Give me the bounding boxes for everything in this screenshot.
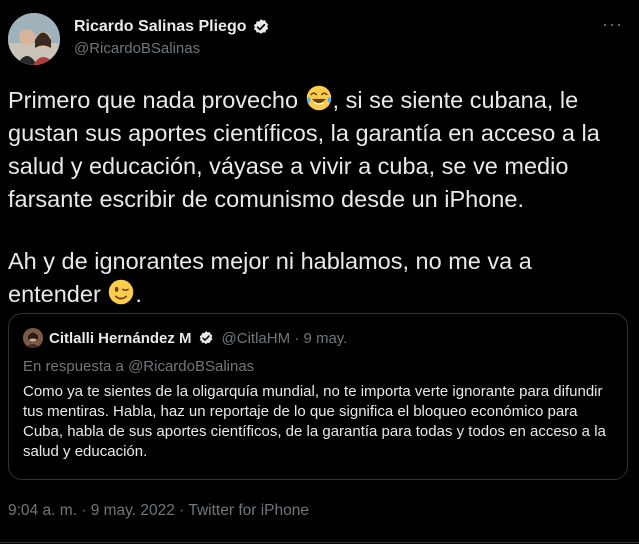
tweet-text-segment: Primero que nada provecho	[8, 87, 305, 113]
quoted-tweet-text: Como ya te sientes de la oligarquía mund…	[23, 383, 606, 460]
quoted-author-handle[interactable]: @CitlaHM	[222, 330, 291, 347]
divider	[0, 542, 639, 543]
avatar[interactable]	[8, 13, 60, 65]
quoted-tweet[interactable]: Citlalli Hernández M @CitlaHM · 9 may. E…	[8, 313, 628, 480]
footer-separator: ·	[76, 502, 91, 519]
tweet-source[interactable]: Twitter for iPhone	[188, 502, 309, 519]
winking-face-icon	[109, 279, 134, 305]
tweet-text: Primero que nada provecho , si se siente…	[8, 84, 628, 311]
verified-badge-icon	[253, 19, 268, 34]
quoted-date[interactable]: 9 may.	[303, 330, 347, 347]
quoted-avatar[interactable]	[23, 328, 43, 348]
face-with-tears-of-joy-icon	[306, 85, 331, 111]
more-options-icon[interactable]: ···	[602, 14, 623, 35]
verified-badge-icon	[199, 331, 212, 345]
quoted-meta: @CitlaHM · 9 may.	[222, 330, 348, 347]
author-name-row: Ricardo Salinas Pliego	[74, 18, 270, 36]
footer-separator: ·	[174, 502, 189, 519]
tweet-footer: 9:04 a. m. · 9 may. 2022 · Twitter for i…	[8, 502, 309, 520]
author-name[interactable]: Ricardo Salinas Pliego	[74, 18, 247, 36]
tweet-text-segment: .	[135, 281, 142, 307]
tweet-paragraph-2: Ah y de ignorantes mejor ni hablamos, no…	[8, 245, 628, 311]
quoted-author-name[interactable]: Citlalli Hernández M	[49, 330, 192, 347]
tweet-date[interactable]: 9 may. 2022	[91, 502, 175, 519]
quoted-tweet-header: Citlalli Hernández M @CitlaHM · 9 may.	[23, 328, 347, 348]
meta-separator: ·	[290, 329, 304, 347]
tweet-paragraph-1: Primero que nada provecho , si se siente…	[8, 84, 628, 216]
reply-context[interactable]: En respuesta a @RicardoBSalinas	[23, 358, 254, 375]
tweet-text-segment: Ah y de ignorantes mejor ni hablamos, no…	[8, 248, 532, 307]
author-handle[interactable]: @RicardoBSalinas	[74, 40, 270, 57]
tweet-time[interactable]: 9:04 a. m.	[8, 502, 77, 519]
author-block: Ricardo Salinas Pliego @RicardoBSalinas	[74, 18, 270, 57]
